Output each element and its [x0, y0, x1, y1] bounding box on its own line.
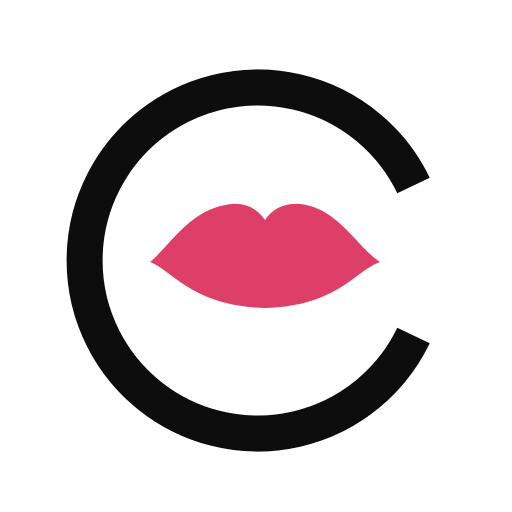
app-icon-canvas	[0, 0, 512, 512]
lips-icon	[150, 203, 380, 308]
app-icon-logo	[66, 69, 430, 452]
